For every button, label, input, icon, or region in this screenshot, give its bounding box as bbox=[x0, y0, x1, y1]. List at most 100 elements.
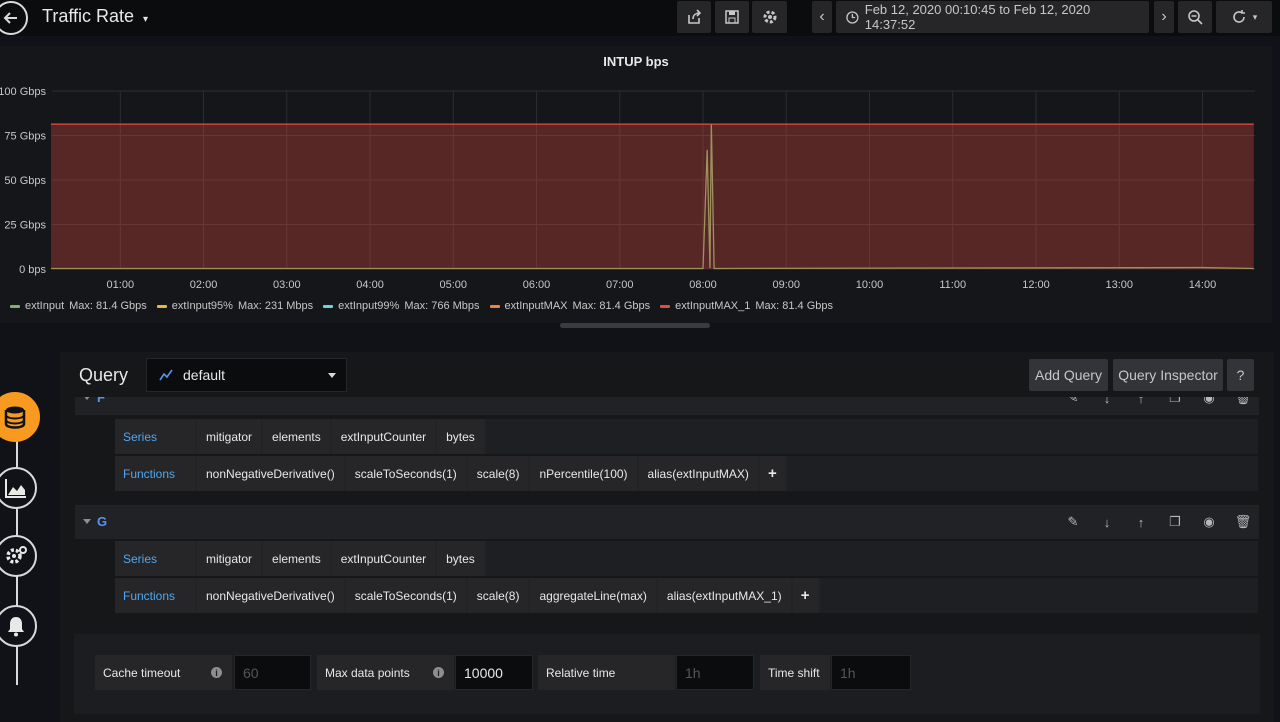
legend-swatch[interactable] bbox=[489, 304, 500, 308]
bell-icon bbox=[8, 617, 24, 637]
query-row-header-g[interactable]: G ✎ ↓ ↑ ❐ ◉ 🗑 bbox=[75, 505, 1259, 539]
series-segment[interactable]: extInputCounter bbox=[331, 541, 436, 576]
segment-filler bbox=[485, 419, 1258, 454]
eye-icon[interactable]: ◉ bbox=[1201, 514, 1217, 530]
time-range-text: Feb 12, 2020 00:10:45 to Feb 12, 2020 14… bbox=[864, 2, 1091, 32]
function-segment[interactable]: nonNegativeDerivative() bbox=[197, 456, 344, 491]
help-button[interactable]: ? bbox=[1227, 359, 1254, 391]
series-segment[interactable]: mitigator bbox=[197, 419, 262, 454]
x-tick-label: 13:00 bbox=[1105, 279, 1133, 291]
function-segment[interactable]: nPercentile(100) bbox=[530, 456, 637, 491]
dashboard-title-text: Traffic Rate bbox=[42, 6, 135, 26]
arrow-up-icon[interactable]: ↑ bbox=[1133, 397, 1149, 406]
info-icon[interactable]: i bbox=[433, 667, 444, 678]
caret-down-icon bbox=[328, 373, 336, 378]
series-segment[interactable]: mitigator bbox=[197, 541, 262, 576]
collapse-caret-icon bbox=[83, 519, 91, 524]
legend-item[interactable]: extInput99% Max: 766 Mbps bbox=[323, 300, 480, 312]
duplicate-icon[interactable]: ❐ bbox=[1167, 397, 1183, 406]
legend-swatch[interactable] bbox=[10, 304, 20, 308]
info-icon[interactable]: i bbox=[211, 667, 222, 678]
x-tick-label: 08:00 bbox=[689, 279, 717, 291]
clock-icon bbox=[846, 10, 859, 24]
arrow-down-icon[interactable]: ↓ bbox=[1099, 397, 1115, 406]
zoom-out-button[interactable] bbox=[1178, 1, 1212, 33]
function-segment[interactable]: nonNegativeDerivative() bbox=[197, 578, 344, 613]
visualization-tab[interactable] bbox=[0, 467, 37, 509]
legend-swatch[interactable] bbox=[156, 304, 167, 308]
add-query-button[interactable]: Add Query bbox=[1029, 359, 1108, 391]
query-inspector-button[interactable]: Query Inspector bbox=[1113, 359, 1223, 391]
duplicate-icon[interactable]: ❐ bbox=[1167, 514, 1183, 530]
function-segment[interactable]: scaleToSeconds(1) bbox=[345, 456, 466, 491]
dashboard-title[interactable]: Traffic Rate ▾ bbox=[42, 6, 148, 27]
query-row-header-f[interactable]: F ✎ ↓ ↑ ❐ ◉ 🗑 bbox=[75, 397, 1259, 415]
datasource-select[interactable]: default bbox=[146, 358, 347, 392]
trash-icon[interactable]: 🗑 bbox=[1235, 514, 1252, 530]
general-tab[interactable] bbox=[0, 535, 37, 577]
panel-resize-handle[interactable] bbox=[560, 323, 710, 328]
arrow-left-icon bbox=[3, 12, 17, 24]
add-function-button[interactable]: + bbox=[759, 456, 785, 491]
legend-item[interactable]: extInput Max: 81.4 Gbps bbox=[10, 300, 147, 312]
time-back-button[interactable]: ‹ bbox=[812, 1, 832, 33]
legend-series-max: Max: 81.4 Gbps bbox=[69, 300, 147, 312]
legend-item[interactable]: extInputMAX_1 Max: 81.4 Gbps bbox=[660, 300, 833, 312]
edit-icon[interactable]: ✎ bbox=[1065, 397, 1081, 406]
alert-tab[interactable] bbox=[0, 605, 37, 647]
series-segment[interactable]: bytes bbox=[437, 419, 484, 454]
add-function-button[interactable]: + bbox=[792, 578, 818, 613]
series-segment[interactable]: extInputCounter bbox=[331, 419, 436, 454]
legend-item[interactable]: extInputMAX Max: 81.4 Gbps bbox=[489, 300, 650, 312]
arrow-up-icon[interactable]: ↑ bbox=[1133, 514, 1149, 530]
x-tick-label: 04:00 bbox=[356, 279, 384, 291]
trash-icon[interactable]: 🗑 bbox=[1235, 397, 1252, 406]
relative-time-input[interactable]: 1h bbox=[676, 655, 754, 690]
settings-button[interactable] bbox=[752, 1, 787, 33]
function-segment[interactable]: scale(8) bbox=[467, 578, 529, 613]
caret-down-icon: ▾ bbox=[143, 14, 149, 25]
x-tick-label: 05:00 bbox=[440, 279, 468, 291]
eye-icon[interactable]: ◉ bbox=[1201, 397, 1217, 406]
x-tick-label: 12:00 bbox=[1022, 279, 1050, 291]
function-segment[interactable]: scaleToSeconds(1) bbox=[345, 578, 466, 613]
save-icon bbox=[725, 10, 739, 24]
legend-swatch[interactable] bbox=[660, 304, 671, 308]
x-tick-label: 14:00 bbox=[1189, 279, 1217, 291]
time-shift-label: Time shift bbox=[760, 655, 830, 690]
x-tick-label: 01:00 bbox=[107, 279, 135, 291]
series-segment[interactable]: elements bbox=[263, 419, 330, 454]
max-data-points-input[interactable]: 10000 bbox=[455, 655, 533, 690]
queries-tab[interactable] bbox=[0, 392, 40, 442]
function-segment[interactable]: alias(extInputMAX) bbox=[638, 456, 758, 491]
functions-keyword: Functions bbox=[115, 578, 195, 613]
cache-timeout-label-text: Cache timeout bbox=[103, 665, 181, 680]
y-tick-label: 25 Gbps bbox=[4, 220, 46, 232]
edit-icon[interactable]: ✎ bbox=[1065, 514, 1081, 530]
function-segment[interactable]: alias(extInputMAX_1) bbox=[657, 578, 791, 613]
top-navbar: Traffic Rate ▾ ‹ Feb 12, 2020 00:10:45 t… bbox=[0, 0, 1280, 36]
back-button[interactable] bbox=[0, 1, 28, 35]
time-shift-input[interactable]: 1h bbox=[831, 655, 911, 690]
share-button[interactable] bbox=[677, 1, 711, 33]
x-tick-label: 02:00 bbox=[190, 279, 218, 291]
functions-line-f: Functions nonNegativeDerivative() scaleToS… bbox=[115, 456, 1258, 491]
arrow-down-icon[interactable]: ↓ bbox=[1099, 514, 1115, 530]
time-forward-button[interactable]: › bbox=[1154, 1, 1174, 33]
function-segment[interactable]: aggregateLine(max) bbox=[530, 578, 656, 613]
graph-chart[interactable]: 100 Gbps 75 Gbps 50 Gbps 25 Gbps 0 bps 01:00 0… bbox=[0, 46, 1272, 291]
series-line-g: Series mitigator elements extInputCounter by… bbox=[115, 541, 1258, 576]
save-dashboard-button[interactable] bbox=[715, 1, 749, 33]
function-segment[interactable]: scale(8) bbox=[467, 456, 529, 491]
series-segment[interactable]: elements bbox=[263, 541, 330, 576]
refresh-button[interactable]: ▾ bbox=[1216, 1, 1272, 33]
legend-series-max: Max: 766 Mbps bbox=[404, 300, 480, 312]
chevron-right-icon: › bbox=[1161, 8, 1167, 25]
time-picker-button[interactable]: Feb 12, 2020 00:10:45 to Feb 12, 2020 14… bbox=[836, 1, 1149, 33]
legend-swatch[interactable] bbox=[323, 304, 334, 308]
cache-timeout-input[interactable]: 60 bbox=[234, 655, 311, 690]
legend-item[interactable]: extInput95% Max: 231 Mbps bbox=[156, 300, 313, 312]
legend-series-name: extInputMAX_1 bbox=[675, 300, 751, 312]
legend-series-name: extInput bbox=[25, 300, 65, 312]
series-segment[interactable]: bytes bbox=[437, 541, 484, 576]
